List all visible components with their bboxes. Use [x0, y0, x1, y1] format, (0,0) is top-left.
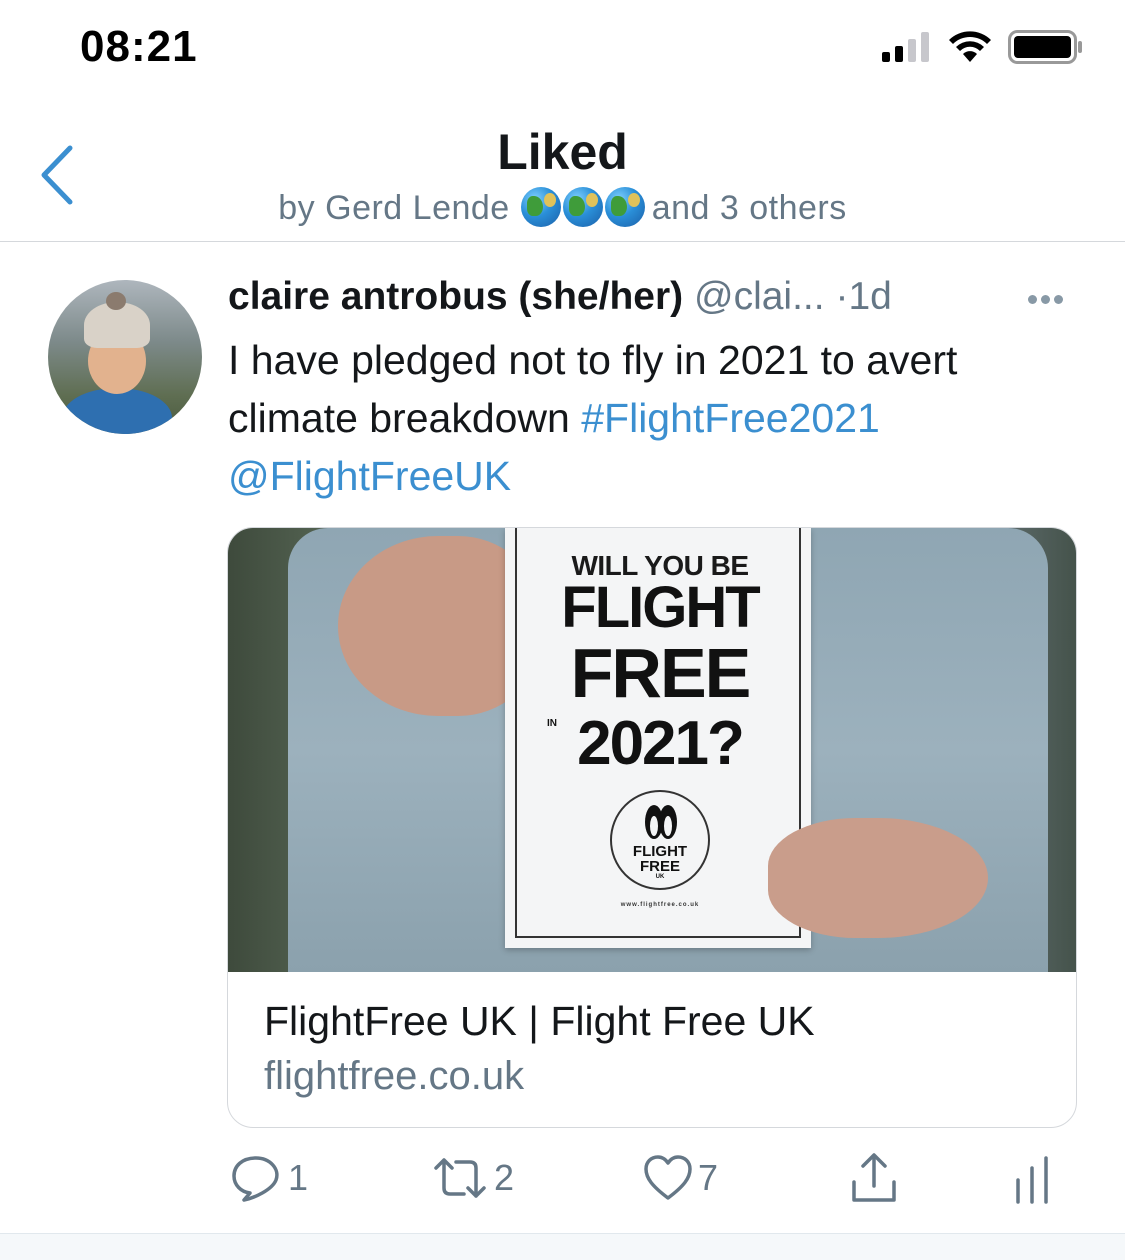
- page-header: Liked by Gerd Lende and 3 others: [0, 95, 1125, 242]
- wifi-icon: [949, 31, 991, 62]
- like-count: 7: [698, 1157, 719, 1198]
- poster: WILL YOU BE FLIGHT FREE IN 2021? FLIGHT …: [505, 528, 811, 948]
- globe-emoji-group: [520, 187, 646, 227]
- tweet[interactable]: claire antrobus (she/her) @clai... ·1d I…: [0, 243, 1125, 1233]
- separator-dot: ·: [835, 275, 849, 318]
- globe-europe-africa-icon: [520, 187, 561, 227]
- poster-logo-text: FLIGHT FREE: [632, 843, 688, 875]
- tweet-age: 1d: [848, 275, 892, 318]
- next-item-edge: [0, 1233, 1125, 1260]
- battery-icon: [1008, 30, 1082, 64]
- hashtag-link[interactable]: #FlightFree2021: [581, 395, 880, 441]
- card-title: FlightFree UK | Flight Free UK: [264, 998, 815, 1044]
- reply-icon: [232, 1156, 279, 1202]
- retweet-icon: [434, 1158, 486, 1198]
- more-options-icon[interactable]: [1028, 291, 1072, 305]
- author-name[interactable]: claire antrobus (she/her): [228, 275, 683, 318]
- tweet-actions: 1 2 7: [0, 1148, 1125, 1218]
- page-title: Liked: [497, 124, 628, 180]
- avatar[interactable]: [48, 280, 202, 434]
- link-preview-card[interactable]: WILL YOU BE FLIGHT FREE IN 2021? FLIGHT …: [227, 527, 1077, 1128]
- liked-by-line[interactable]: by Gerd Lende and 3 others: [0, 187, 1125, 228]
- share-icon: [852, 1153, 896, 1202]
- poster-line-3: FREE: [570, 634, 752, 712]
- status-bar: 08:21: [0, 0, 1125, 95]
- retweet-count: 2: [494, 1157, 515, 1198]
- poster-logo-uk: UK: [655, 874, 665, 880]
- like-button[interactable]: 7: [642, 1148, 718, 1208]
- reply-button[interactable]: 1: [228, 1148, 308, 1208]
- heart-icon: [644, 1155, 692, 1200]
- tweet-text: I have pledged not to fly in 2021 to ave…: [228, 331, 1088, 505]
- card-image: WILL YOU BE FLIGHT FREE IN 2021? FLIGHT …: [228, 528, 1076, 972]
- flight-free-logo: FLIGHT FREE UK: [610, 790, 710, 890]
- reply-count: 1: [288, 1157, 309, 1198]
- author-handle[interactable]: @clai...: [694, 275, 825, 318]
- share-button[interactable]: [848, 1148, 900, 1208]
- penguin-icon: [645, 805, 677, 839]
- card-domain: flightfree.co.uk: [264, 1054, 525, 1098]
- analytics-bar-icon: [1016, 1156, 1048, 1204]
- analytics-button[interactable]: [1012, 1148, 1052, 1208]
- poster-line-4: 2021?: [577, 709, 745, 778]
- liked-by-prefix: by Gerd Lende: [278, 189, 510, 227]
- status-time: 08:21: [80, 22, 198, 71]
- poster-line-2: FLIGHT: [561, 575, 760, 640]
- mention-link[interactable]: @FlightFreeUK: [228, 453, 511, 499]
- globe-americas-icon: [562, 187, 603, 227]
- poster-url: www.flightfree.co.uk: [620, 902, 700, 908]
- tweet-header: claire antrobus (she/her) @clai... ·1d: [228, 275, 1088, 323]
- cellular-signal-icon: [882, 32, 929, 62]
- retweet-button[interactable]: 2: [430, 1148, 514, 1208]
- globe-asia-australia-icon: [604, 187, 645, 227]
- liked-by-suffix: and 3 others: [651, 189, 847, 227]
